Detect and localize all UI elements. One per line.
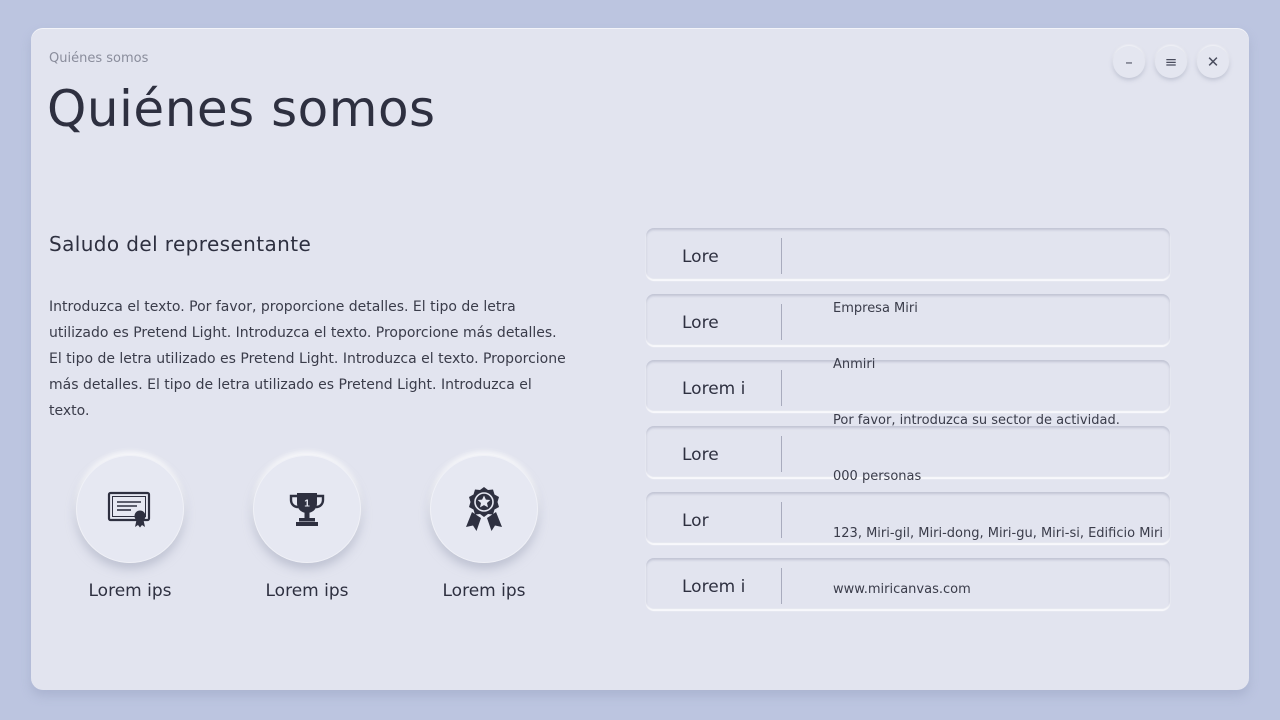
trophy-icon: 1: [289, 493, 325, 526]
company-name-value: Empresa Miri: [833, 301, 918, 316]
info-key: Lor: [682, 511, 709, 531]
row-divider: [781, 436, 782, 472]
badge-certificate: Lorem ips: [74, 455, 186, 601]
menu-icon[interactable]: ≡: [1155, 46, 1187, 78]
badge-label: Lorem ips: [442, 581, 526, 601]
website-value: www.miricanvas.com: [833, 582, 971, 597]
badge-circle: 1: [253, 455, 361, 563]
row-divider: [781, 370, 782, 406]
info-key: Lorem i: [682, 379, 746, 399]
info-key: Lorem i: [682, 577, 746, 597]
info-key: Lore: [682, 445, 719, 465]
minimize-icon[interactable]: –: [1113, 46, 1145, 78]
badge-label: Lorem ips: [265, 581, 349, 601]
row-divider: [781, 502, 782, 538]
svg-text:1: 1: [304, 499, 310, 510]
badge-circle: [430, 455, 538, 563]
badge-circle: [76, 455, 184, 563]
badge-group: Lorem ips 1 Lorem ips Lorem ips: [74, 455, 544, 615]
info-key: Lore: [682, 247, 719, 267]
badge-trophy: 1 Lorem ips: [251, 455, 363, 601]
info-row: Lore: [646, 228, 1170, 280]
certificate-icon: [107, 491, 151, 528]
address-value: 123, Miri-gil, Miri-dong, Miri-gu, Miri-…: [833, 526, 1163, 541]
row-divider: [781, 238, 782, 274]
greeting-heading: Saludo del representante: [49, 232, 312, 256]
badge-award: Lorem ips: [428, 455, 540, 601]
row-divider: [781, 304, 782, 340]
greeting-body: Introduzca el texto. Por favor, proporci…: [49, 299, 566, 419]
representative-value: Anmiri: [833, 357, 876, 372]
award-ribbon-icon: [466, 487, 502, 531]
industry-value: Por favor, introduzca su sector de activ…: [833, 413, 1120, 428]
info-row: Lorem i: [646, 360, 1170, 412]
info-key: Lore: [682, 313, 719, 333]
window-controls: – ≡ ✕: [1113, 46, 1229, 78]
employees-value: 000 personas: [833, 469, 922, 484]
page-title: Quiénes somos: [47, 80, 436, 138]
badge-label: Lorem ips: [88, 581, 172, 601]
breadcrumb: Quiénes somos: [49, 51, 149, 66]
row-divider: [781, 568, 782, 604]
close-icon[interactable]: ✕: [1197, 46, 1229, 78]
